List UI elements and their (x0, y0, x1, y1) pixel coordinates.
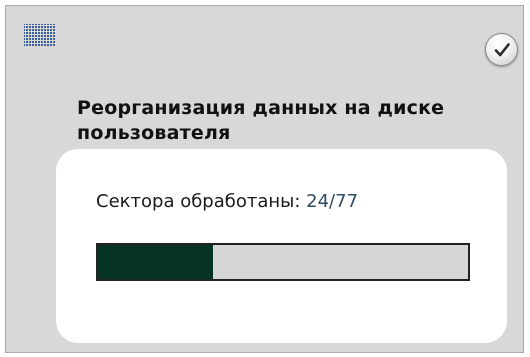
dialog-window: Реорганизация данных на диске пользовате… (5, 5, 524, 353)
progress-label: Сектора обработаны: (96, 191, 307, 212)
checkmark-icon (494, 42, 510, 56)
progress-count: 24/77 (306, 191, 359, 212)
confirm-button[interactable] (485, 33, 518, 66)
progress-card: Сектора обработаны: 24/77 (56, 149, 507, 343)
progress-bar (96, 243, 470, 281)
grid-icon[interactable] (23, 23, 57, 48)
progress-fill (98, 245, 214, 279)
progress-text: Сектора обработаны: 24/77 (96, 191, 358, 212)
dialog-title: Реорганизация данных на диске пользовате… (77, 97, 445, 144)
